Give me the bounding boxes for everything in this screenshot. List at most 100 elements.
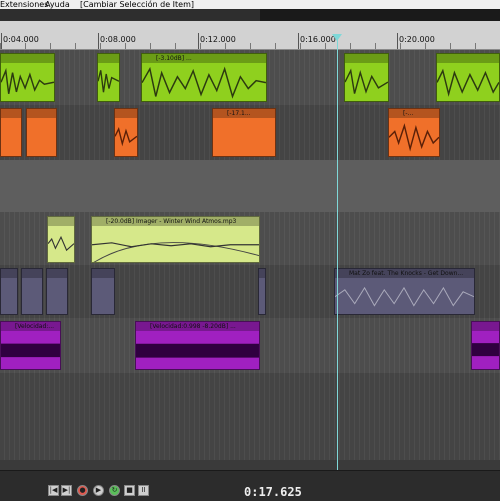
ruler-label: 0:12.000 [200, 35, 236, 44]
menu-extensions[interactable]: Extensiones [0, 0, 48, 9]
ruler-minor-tick [50, 43, 51, 49]
ruler-tick [1, 33, 2, 49]
item-waveform [335, 286, 474, 307]
media-item-green[interactable] [436, 53, 500, 102]
ruler-minor-tick [375, 43, 376, 49]
item-waveform [136, 343, 259, 358]
ruler-minor-tick [225, 43, 226, 49]
media-item-orange[interactable] [114, 108, 138, 157]
media-item-purple[interactable] [21, 268, 43, 315]
ruler-minor-tick [125, 43, 126, 49]
media-item-green[interactable]: [-3.10dB] ... [141, 53, 267, 102]
item-header: [-... [389, 109, 439, 118]
menu-help[interactable]: Ayuda [45, 0, 70, 9]
time-display: 0:17.625 [244, 485, 302, 499]
media-item-purple[interactable] [46, 268, 68, 315]
item-waveform [92, 242, 259, 262]
media-item-orange[interactable] [0, 108, 22, 157]
media-item-imager[interactable]: [-20.0dB] Imager - Winter Wind Atmos.mp3 [91, 216, 260, 263]
item-waveform [115, 127, 137, 147]
item-waveform [1, 67, 54, 94]
ruler-label: 0:04.000 [3, 35, 39, 44]
item-header [92, 269, 114, 278]
item-header [1, 54, 54, 63]
item-waveform [389, 123, 439, 152]
media-item-green[interactable] [97, 53, 120, 102]
media-item-purple[interactable] [0, 268, 18, 315]
transport-bar: |◀ ▶| ● ▶ ↻ ■ II 0:17.625 [0, 470, 500, 501]
item-waveform [1, 343, 60, 358]
ruler-minor-tick [100, 43, 101, 49]
item-header [115, 109, 137, 118]
media-item-orange[interactable]: [-... [388, 108, 440, 157]
ruler-minor-tick [250, 43, 251, 49]
item-waveform [345, 68, 388, 94]
ruler-minor-tick [325, 43, 326, 49]
ruler-label: 0:08.000 [100, 35, 136, 44]
item-header [27, 109, 56, 118]
media-item-purple[interactable] [258, 268, 266, 315]
ruler-minor-tick [475, 43, 476, 49]
ruler-minor-tick [400, 43, 401, 49]
ruler-minor-tick [425, 43, 426, 49]
item-header: [-17.1... [213, 109, 275, 118]
track-lane-3[interactable] [0, 160, 500, 212]
ruler-tick [98, 33, 99, 49]
pause-button[interactable]: II [138, 485, 149, 496]
item-waveform [142, 66, 266, 99]
menu-change-item-selection[interactable]: [Cambiar Selección de Item] [80, 0, 194, 9]
edit-cursor[interactable] [337, 35, 338, 475]
ruler-minor-tick [75, 43, 76, 49]
ruler-minor-tick [175, 43, 176, 49]
item-waveform [48, 235, 74, 252]
media-item-velocidad[interactable]: [Velocidad:0.998 -8.20dB] ... [135, 321, 260, 370]
stop-button[interactable]: ■ [124, 485, 135, 496]
play-button[interactable]: ▶ [93, 485, 104, 496]
item-waveform [437, 68, 499, 97]
ruler-minor-tick [150, 43, 151, 49]
timeline-ruler[interactable]: 0:04.000 0:08.000 0:12.000 0:16.000 0:20… [0, 21, 500, 50]
ruler-minor-tick [0, 43, 1, 49]
ruler-minor-tick [200, 43, 201, 49]
ruler-minor-tick [300, 43, 301, 49]
item-header: [Velocidad:0.998 -8.20dB] ... [136, 322, 259, 331]
ruler-tick [298, 33, 299, 49]
item-header: [-20.0dB] Imager - Winter Wind Atmos.mp3 [92, 217, 259, 226]
media-item-green[interactable] [344, 53, 389, 102]
media-item-orange[interactable]: [-17.1... [212, 108, 276, 157]
menu-bar: Extensiones Ayuda [Cambiar Selección de … [0, 0, 500, 9]
item-header [48, 217, 74, 226]
item-waveform [472, 343, 499, 357]
item-header: [-3.10dB] ... [142, 54, 266, 63]
item-header [345, 54, 388, 63]
item-header [98, 54, 119, 63]
item-header [437, 54, 499, 63]
item-header [1, 109, 21, 118]
toolbar-strip-dark [260, 9, 500, 21]
go-to-start-button[interactable]: |◀ [48, 485, 59, 496]
media-item-green[interactable] [0, 53, 55, 102]
arrange-view[interactable]: [-3.10dB] ... [-17.1... [-... [-20.0dB] … [0, 50, 500, 460]
ruler-minor-tick [350, 43, 351, 49]
go-to-end-button[interactable]: ▶| [61, 485, 72, 496]
ruler-minor-tick [450, 43, 451, 49]
media-item-purple[interactable] [91, 268, 115, 315]
item-header [1, 269, 17, 278]
media-item-magenta[interactable] [471, 321, 500, 370]
item-header [472, 322, 499, 331]
item-header [47, 269, 67, 278]
item-header: [Velocidad:... [1, 322, 60, 331]
ruler-minor-tick [25, 43, 26, 49]
ruler-label: 0:20.000 [399, 35, 435, 44]
media-item-yellow[interactable] [47, 216, 75, 263]
media-item-magenta[interactable]: [Velocidad:... [0, 321, 61, 370]
ruler-label: 0:16.000 [300, 35, 336, 44]
record-button[interactable]: ● [77, 485, 88, 496]
item-header: Mat Zo feat. The Knocks - Get Down... [335, 269, 474, 278]
media-item-matzo[interactable]: Mat Zo feat. The Knocks - Get Down... [334, 268, 475, 315]
ruler-tick [397, 33, 398, 49]
item-header [259, 269, 265, 278]
loop-button[interactable]: ↻ [109, 485, 120, 496]
media-item-orange[interactable] [26, 108, 57, 157]
item-waveform [98, 70, 119, 93]
